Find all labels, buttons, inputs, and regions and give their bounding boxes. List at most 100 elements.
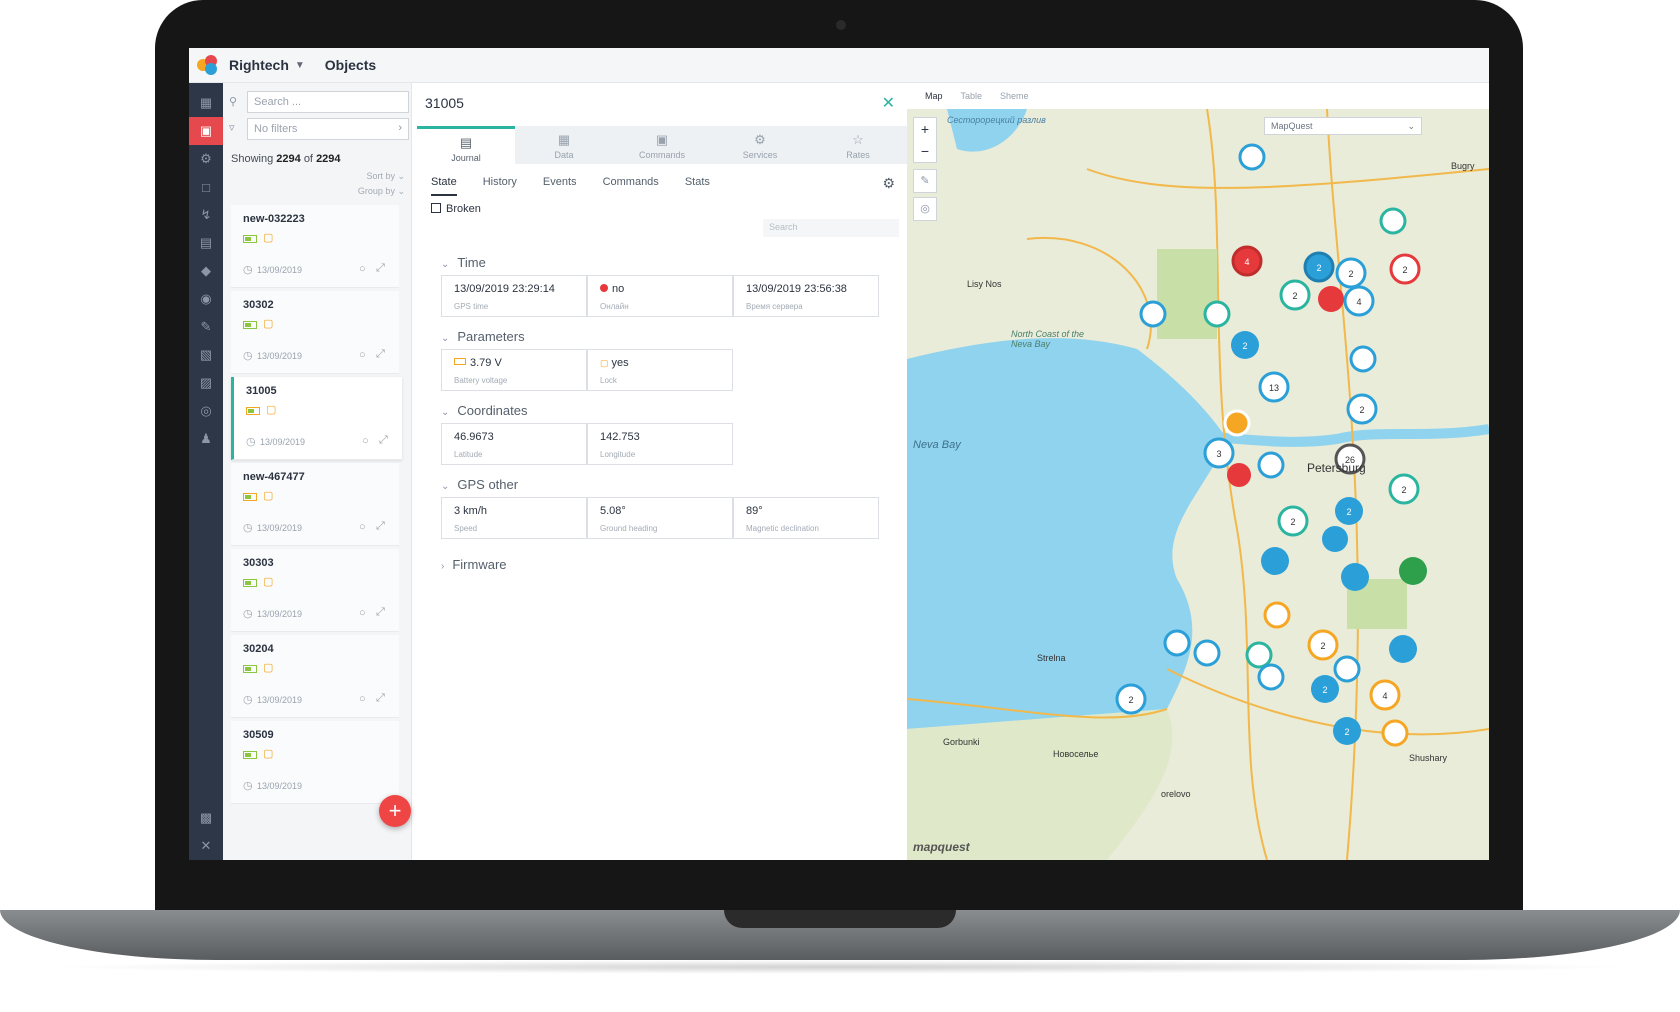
section-parameters-header[interactable]: ⌄ Parameters — [441, 329, 525, 344]
chevron-down-icon[interactable]: ▼ — [295, 60, 305, 71]
detail-search-input[interactable]: Search — [763, 219, 899, 237]
map-marker[interactable] — [1263, 601, 1291, 629]
list-item[interactable]: new-467477 ▢ ◷ 13/09/2019 ○ ⤢ — [231, 463, 399, 546]
close-icon[interactable]: ✕ — [882, 93, 895, 113]
add-object-button[interactable]: + — [379, 795, 411, 827]
list-item[interactable]: 30204 ▢ ◷ 13/09/2019 ○ ⤢ — [231, 635, 399, 718]
locate-icon[interactable]: ○ — [359, 349, 366, 361]
document-icon[interactable]: ▧ — [189, 341, 223, 369]
expand-icon[interactable]: ⤢ — [376, 520, 385, 533]
globe-icon[interactable]: ◎ — [189, 397, 223, 425]
tab-sheme[interactable]: Sheme — [1000, 91, 1029, 101]
cluster-count: 2 — [1402, 265, 1407, 275]
screen: Rightech ▼ Objects ▦ ▣ ⚙ □ ↯ ▤ ◆ ◉ ✎ ▧ ▨… — [189, 48, 1489, 860]
tab-table[interactable]: Table — [961, 91, 983, 101]
list-item-selected[interactable]: 31005 ▢ ◷ 13/09/2019 ○ ⤢ — [231, 377, 402, 460]
map-marker[interactable] — [1163, 629, 1191, 657]
subtab-events[interactable]: Events — [543, 176, 577, 196]
list-item[interactable]: new-032223 ▢ ◷ 13/09/2019 ○ ⤢ — [231, 205, 399, 288]
map-marker[interactable] — [1139, 300, 1167, 328]
map-graphic[interactable]: 4 2 2 2 2 4 2 13 2 3 26 2 2 2 2 2 4 2 2 — [907, 109, 1489, 860]
list-item[interactable]: 30509 ▢ ◷ 13/09/2019 — [231, 721, 399, 804]
group-by-dropdown[interactable]: Group by ⌄ — [358, 186, 405, 197]
map-marker[interactable] — [1349, 345, 1377, 373]
map-marker[interactable] — [1341, 563, 1369, 591]
subtab-commands[interactable]: Commands — [603, 176, 659, 196]
cluster-count: 4 — [1382, 691, 1387, 701]
locate-icon[interactable]: ◎ — [913, 197, 937, 221]
user-icon[interactable]: ♟ — [189, 425, 223, 453]
tab-journal[interactable]: ▤ Journal — [417, 126, 515, 164]
locate-icon[interactable]: ○ — [362, 435, 369, 447]
cube-icon[interactable]: ▦ — [189, 89, 223, 117]
map-marker[interactable] — [1261, 547, 1289, 575]
map-layer-select[interactable]: MapQuest ⌄ — [1264, 117, 1422, 135]
ruler-icon[interactable]: ✎ — [913, 169, 937, 193]
list-item[interactable]: 30302 ▢ ◷ 13/09/2019 ○ ⤢ — [231, 291, 399, 374]
section-parameters-title: Parameters — [457, 329, 525, 344]
zoom-in-button[interactable]: + — [914, 118, 936, 140]
locate-icon[interactable]: ○ — [359, 693, 366, 705]
map-marker[interactable] — [1193, 639, 1221, 667]
map-marker[interactable] — [1318, 286, 1344, 312]
tab-map[interactable]: Map — [925, 91, 943, 101]
factory-icon[interactable]: ▤ — [189, 229, 223, 257]
map-marker[interactable] — [1238, 143, 1266, 171]
building-icon[interactable]: ▩ — [189, 804, 223, 832]
broken-checkbox[interactable]: Broken — [431, 203, 481, 215]
map-marker[interactable] — [1227, 463, 1251, 487]
battery-icon — [243, 751, 257, 759]
section-time-header[interactable]: ⌄ Time — [441, 255, 486, 270]
section-gps-other-header[interactable]: ⌄ GPS other — [441, 477, 518, 492]
zoom-out-button[interactable]: − — [914, 140, 936, 162]
lightning-icon[interactable]: ↯ — [189, 201, 223, 229]
section-firmware-header[interactable]: › Firmware — [441, 557, 507, 572]
expand-icon[interactable]: ⤢ — [376, 262, 385, 275]
subtab-stats[interactable]: Stats — [685, 176, 710, 196]
subtab-history[interactable]: History — [483, 176, 517, 196]
map-marker[interactable] — [1333, 655, 1361, 683]
subtab-state[interactable]: State — [431, 176, 457, 196]
cluster-count: 2 — [1320, 641, 1325, 651]
app-name[interactable]: Rightech — [229, 57, 289, 73]
expand-icon[interactable]: ⤢ — [376, 606, 385, 619]
map-marker[interactable] — [1381, 719, 1409, 747]
hierarchy-icon[interactable]: ⚙ — [189, 145, 223, 173]
section-coordinates-header[interactable]: ⌄ Coordinates — [441, 403, 528, 418]
map-marker[interactable] — [1389, 635, 1417, 663]
tag-icon[interactable]: ◆ — [189, 257, 223, 285]
map-marker[interactable] — [1257, 663, 1285, 691]
sort-by-dropdown[interactable]: Sort by ⌄ — [366, 171, 405, 182]
map-marker[interactable] — [1245, 641, 1273, 669]
map-marker[interactable] — [1399, 557, 1427, 585]
locate-icon[interactable]: ○ — [359, 263, 366, 275]
expand-icon[interactable]: ⤢ — [379, 434, 388, 447]
tools-icon[interactable]: ✕ — [189, 832, 223, 860]
map-marker[interactable] — [1322, 526, 1348, 552]
gear-icon[interactable]: ⚙ — [882, 175, 895, 192]
map-marker[interactable] — [1379, 207, 1407, 235]
map-marker[interactable] — [1223, 409, 1251, 437]
map-canvas[interactable]: 4 2 2 2 2 4 2 13 2 3 26 2 2 2 2 2 4 2 2 … — [907, 109, 1489, 860]
map-label: Новоселье — [1053, 749, 1099, 759]
calendar-icon[interactable]: □ — [189, 173, 223, 201]
locate-icon[interactable]: ○ — [359, 607, 366, 619]
pen-icon[interactable]: ✎ — [189, 313, 223, 341]
locate-icon[interactable]: ○ — [359, 521, 366, 533]
expand-icon[interactable]: ⤢ — [376, 692, 385, 705]
palette-icon[interactable]: ◉ — [189, 285, 223, 313]
tab-rates[interactable]: ☆ Rates — [809, 126, 907, 164]
search-input[interactable]: Search ... — [247, 91, 409, 113]
list-item[interactable]: 30303 ▢ ◷ 13/09/2019 ○ ⤢ — [231, 549, 399, 632]
objects-icon[interactable]: ▣ — [189, 117, 223, 145]
tab-services[interactable]: ⚙ Services — [711, 126, 809, 164]
map-marker[interactable] — [1257, 451, 1285, 479]
cluster-count: 4 — [1244, 257, 1249, 267]
expand-icon[interactable]: ⤢ — [376, 348, 385, 361]
map-marker[interactable] — [1203, 300, 1231, 328]
filter-select[interactable]: No filters › — [247, 118, 409, 140]
zoom-control: + − — [913, 117, 937, 163]
tab-commands[interactable]: ▣ Commands — [613, 126, 711, 164]
clipboard-icon[interactable]: ▨ — [189, 369, 223, 397]
tab-data[interactable]: ▦ Data — [515, 126, 613, 164]
